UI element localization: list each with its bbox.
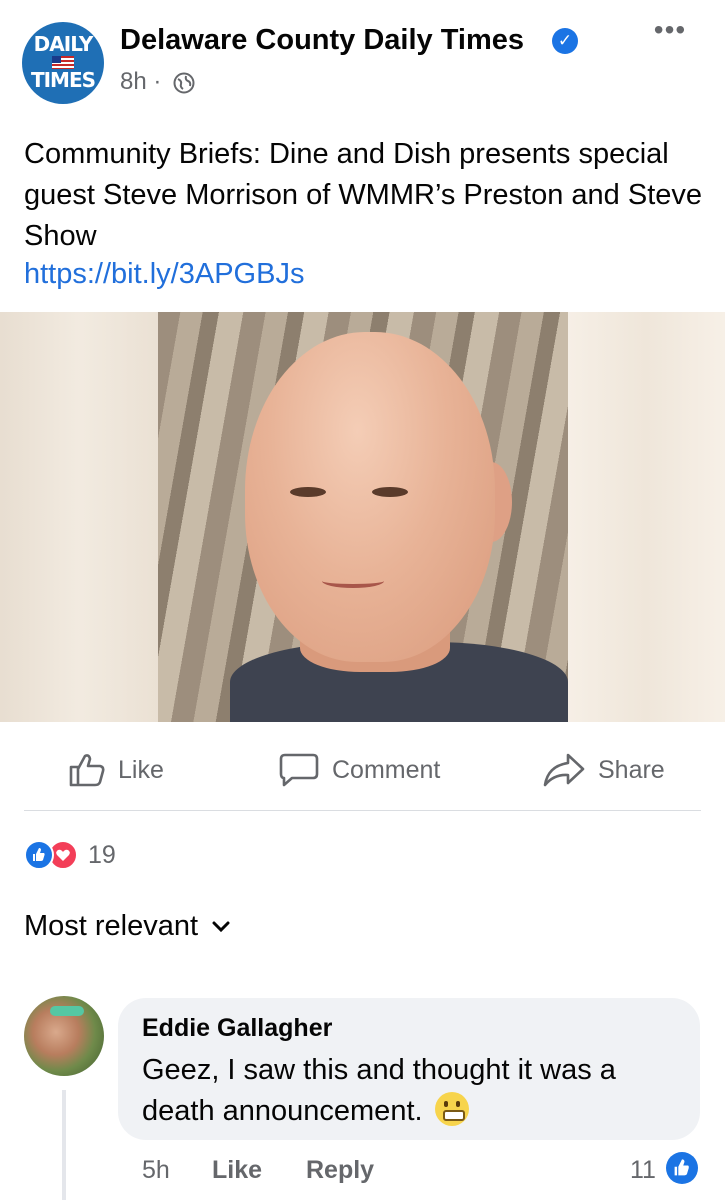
verified-badge-icon: ✓ [552,28,578,54]
reaction-count: 19 [88,840,116,869]
post-timestamp[interactable]: 8h · [120,68,161,96]
post-text: Community Briefs: Dine and Dish presents… [24,138,703,252]
post-header: DAILY TIMES Delaware County Daily Times … [0,0,725,120]
logo-top-text: DAILY [33,32,94,56]
share-button[interactable]: Share [542,752,665,788]
photo-mouth [322,574,384,588]
like-button[interactable]: Like [68,752,164,788]
page-avatar[interactable]: DAILY TIMES [22,22,104,104]
post-photo[interactable] [0,312,725,722]
photo-blur-right [567,312,725,722]
comment-bubble[interactable]: Eddie Gallagher Geez, I saw this and tho… [118,998,700,1140]
avatar-glasses [50,1006,84,1016]
comment-button[interactable]: Comment [278,752,440,788]
commenter-avatar[interactable] [24,996,104,1076]
photo-head [245,332,495,662]
share-arrow-icon [543,753,585,787]
post-link[interactable]: https://bit.ly/3APGBJs [24,258,304,291]
globe-icon [173,72,195,94]
logo-bottom-text: TIMES [30,68,96,92]
photo-eye-right [372,487,408,497]
comment-text: Geez, I saw this and thought it was a de… [142,1050,682,1132]
comment-like-button[interactable]: Like [212,1156,262,1185]
comment-reaction-count: 11 [630,1156,656,1184]
photo-blur-left [0,312,158,722]
thread-line [62,1090,66,1200]
comment-sort-dropdown[interactable]: Most relevant [24,910,230,943]
like-label: Like [118,755,164,784]
comment-text-content: Geez, I saw this and thought it was a de… [142,1054,616,1127]
like-reaction-icon [24,840,54,870]
comment-bubble-icon [279,753,319,787]
sort-label: Most relevant [24,910,199,942]
comment-time: 5h [142,1156,170,1184]
reactions-summary[interactable]: 19 [24,838,116,872]
page-name-link[interactable]: Delaware County Daily Times [120,24,524,57]
share-label: Share [598,755,665,784]
chevron-down-icon [212,921,230,932]
post-action-bar: Like Comment Share [0,740,725,800]
grimacing-emoji-icon [434,1092,469,1126]
comment-like-reaction-icon[interactable] [666,1152,698,1184]
more-options-icon[interactable]: ••• [650,16,690,48]
thumbs-up-icon [69,754,105,787]
photo-eye-left [290,487,326,497]
comment-label: Comment [332,755,441,784]
divider [24,810,701,811]
commenter-name[interactable]: Eddie Gallagher [142,1014,332,1043]
comment-reply-button[interactable]: Reply [306,1156,374,1185]
